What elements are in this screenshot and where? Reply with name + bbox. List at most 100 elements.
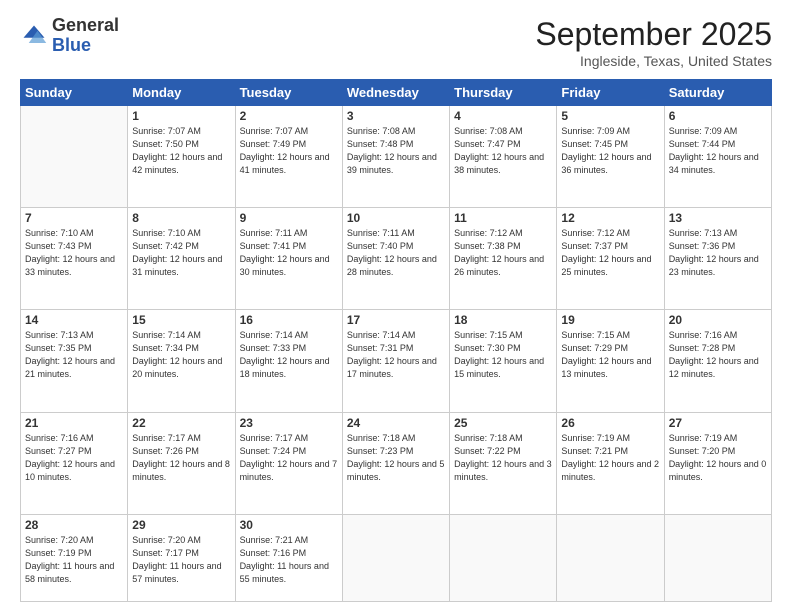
table-row: 28 Sunrise: 7:20 AM Sunset: 7:19 PM Dayli… — [21, 514, 128, 601]
day-info: Sunrise: 7:07 AM Sunset: 7:49 PM Dayligh… — [240, 125, 338, 177]
logo-text: General Blue — [52, 16, 119, 56]
day-info: Sunrise: 7:15 AM Sunset: 7:29 PM Dayligh… — [561, 329, 659, 381]
day-info: Sunrise: 7:12 AM Sunset: 7:37 PM Dayligh… — [561, 227, 659, 279]
table-row: 4 Sunrise: 7:08 AM Sunset: 7:47 PM Daylig… — [450, 106, 557, 208]
day-info: Sunrise: 7:17 AM Sunset: 7:24 PM Dayligh… — [240, 432, 338, 484]
day-number: 11 — [454, 211, 552, 225]
col-friday: Friday — [557, 80, 664, 106]
calendar-title: September 2025 — [535, 16, 772, 53]
day-number: 3 — [347, 109, 445, 123]
day-number: 13 — [669, 211, 767, 225]
table-row — [664, 514, 771, 601]
day-info: Sunrise: 7:08 AM Sunset: 7:48 PM Dayligh… — [347, 125, 445, 177]
header: General Blue September 2025 Ingleside, T… — [20, 16, 772, 69]
day-info: Sunrise: 7:08 AM Sunset: 7:47 PM Dayligh… — [454, 125, 552, 177]
table-row: 23 Sunrise: 7:17 AM Sunset: 7:24 PM Dayli… — [235, 412, 342, 514]
day-info: Sunrise: 7:15 AM Sunset: 7:30 PM Dayligh… — [454, 329, 552, 381]
day-info: Sunrise: 7:17 AM Sunset: 7:26 PM Dayligh… — [132, 432, 230, 484]
table-row: 30 Sunrise: 7:21 AM Sunset: 7:16 PM Dayli… — [235, 514, 342, 601]
day-number: 23 — [240, 416, 338, 430]
day-info: Sunrise: 7:14 AM Sunset: 7:33 PM Dayligh… — [240, 329, 338, 381]
day-number: 25 — [454, 416, 552, 430]
day-number: 28 — [25, 518, 123, 532]
day-number: 29 — [132, 518, 230, 532]
header-row: Sunday Monday Tuesday Wednesday Thursday… — [21, 80, 772, 106]
table-row: 18 Sunrise: 7:15 AM Sunset: 7:30 PM Dayli… — [450, 310, 557, 412]
table-row: 1Sunrise: 7:07 AM Sunset: 7:50 PM Daylig… — [128, 106, 235, 208]
day-number: 6 — [669, 109, 767, 123]
table-row: 24 Sunrise: 7:18 AM Sunset: 7:23 PM Dayli… — [342, 412, 449, 514]
day-number: 15 — [132, 313, 230, 327]
day-number: 7 — [25, 211, 123, 225]
table-row: 29Sunrise: 7:20 AM Sunset: 7:17 PM Dayli… — [128, 514, 235, 601]
logo-blue: Blue — [52, 35, 91, 55]
table-row: 17 Sunrise: 7:14 AM Sunset: 7:31 PM Dayli… — [342, 310, 449, 412]
day-number: 14 — [25, 313, 123, 327]
day-info: Sunrise: 7:20 AM Sunset: 7:19 PM Dayligh… — [25, 534, 123, 586]
day-number: 24 — [347, 416, 445, 430]
col-saturday: Saturday — [664, 80, 771, 106]
day-number: 18 — [454, 313, 552, 327]
day-info: Sunrise: 7:13 AM Sunset: 7:36 PM Dayligh… — [669, 227, 767, 279]
day-info: Sunrise: 7:07 AM Sunset: 7:50 PM Dayligh… — [132, 125, 230, 177]
day-info: Sunrise: 7:11 AM Sunset: 7:40 PM Dayligh… — [347, 227, 445, 279]
day-info: Sunrise: 7:12 AM Sunset: 7:38 PM Dayligh… — [454, 227, 552, 279]
title-block: September 2025 Ingleside, Texas, United … — [535, 16, 772, 69]
col-wednesday: Wednesday — [342, 80, 449, 106]
table-row: 8Sunrise: 7:10 AM Sunset: 7:42 PM Daylig… — [128, 208, 235, 310]
col-sunday: Sunday — [21, 80, 128, 106]
day-number: 8 — [132, 211, 230, 225]
day-number: 2 — [240, 109, 338, 123]
day-info: Sunrise: 7:19 AM Sunset: 7:21 PM Dayligh… — [561, 432, 659, 484]
table-row — [557, 514, 664, 601]
col-monday: Monday — [128, 80, 235, 106]
table-row: 20 Sunrise: 7:16 AM Sunset: 7:28 PM Dayli… — [664, 310, 771, 412]
table-row: 22 Sunrise: 7:17 AM Sunset: 7:26 PM Dayli… — [128, 412, 235, 514]
day-number: 9 — [240, 211, 338, 225]
day-number: 20 — [669, 313, 767, 327]
day-info: Sunrise: 7:19 AM Sunset: 7:20 PM Dayligh… — [669, 432, 767, 484]
col-thursday: Thursday — [450, 80, 557, 106]
table-row — [21, 106, 128, 208]
day-info: Sunrise: 7:10 AM Sunset: 7:43 PM Dayligh… — [25, 227, 123, 279]
table-row: 25 Sunrise: 7:18 AM Sunset: 7:22 PM Dayli… — [450, 412, 557, 514]
day-info: Sunrise: 7:09 AM Sunset: 7:45 PM Dayligh… — [561, 125, 659, 177]
calendar-table: Sunday Monday Tuesday Wednesday Thursday… — [20, 79, 772, 602]
table-row: 15 Sunrise: 7:14 AM Sunset: 7:34 PM Dayli… — [128, 310, 235, 412]
day-info: Sunrise: 7:11 AM Sunset: 7:41 PM Dayligh… — [240, 227, 338, 279]
day-number: 26 — [561, 416, 659, 430]
logo-icon — [20, 22, 48, 50]
table-row: 21Sunrise: 7:16 AM Sunset: 7:27 PM Dayli… — [21, 412, 128, 514]
table-row: 5 Sunrise: 7:09 AM Sunset: 7:45 PM Daylig… — [557, 106, 664, 208]
day-info: Sunrise: 7:18 AM Sunset: 7:22 PM Dayligh… — [454, 432, 552, 484]
logo: General Blue — [20, 16, 119, 56]
day-number: 19 — [561, 313, 659, 327]
table-row: 2 Sunrise: 7:07 AM Sunset: 7:49 PM Daylig… — [235, 106, 342, 208]
day-info: Sunrise: 7:16 AM Sunset: 7:28 PM Dayligh… — [669, 329, 767, 381]
day-number: 12 — [561, 211, 659, 225]
day-info: Sunrise: 7:13 AM Sunset: 7:35 PM Dayligh… — [25, 329, 123, 381]
day-info: Sunrise: 7:18 AM Sunset: 7:23 PM Dayligh… — [347, 432, 445, 484]
day-info: Sunrise: 7:21 AM Sunset: 7:16 PM Dayligh… — [240, 534, 338, 586]
calendar-subtitle: Ingleside, Texas, United States — [535, 53, 772, 69]
day-number: 17 — [347, 313, 445, 327]
day-number: 5 — [561, 109, 659, 123]
table-row: 26 Sunrise: 7:19 AM Sunset: 7:21 PM Dayli… — [557, 412, 664, 514]
day-number: 4 — [454, 109, 552, 123]
day-info: Sunrise: 7:09 AM Sunset: 7:44 PM Dayligh… — [669, 125, 767, 177]
page: General Blue September 2025 Ingleside, T… — [0, 0, 792, 612]
day-number: 21 — [25, 416, 123, 430]
day-number: 16 — [240, 313, 338, 327]
table-row: 27 Sunrise: 7:19 AM Sunset: 7:20 PM Dayli… — [664, 412, 771, 514]
table-row: 3 Sunrise: 7:08 AM Sunset: 7:48 PM Daylig… — [342, 106, 449, 208]
table-row: 6 Sunrise: 7:09 AM Sunset: 7:44 PM Daylig… — [664, 106, 771, 208]
table-row — [342, 514, 449, 601]
table-row: 14 Sunrise: 7:13 AM Sunset: 7:35 PM Dayli… — [21, 310, 128, 412]
day-number: 27 — [669, 416, 767, 430]
day-info: Sunrise: 7:14 AM Sunset: 7:31 PM Dayligh… — [347, 329, 445, 381]
day-number: 30 — [240, 518, 338, 532]
day-number: 22 — [132, 416, 230, 430]
day-info: Sunrise: 7:14 AM Sunset: 7:34 PM Dayligh… — [132, 329, 230, 381]
day-number: 10 — [347, 211, 445, 225]
table-row: 19 Sunrise: 7:15 AM Sunset: 7:29 PM Dayli… — [557, 310, 664, 412]
